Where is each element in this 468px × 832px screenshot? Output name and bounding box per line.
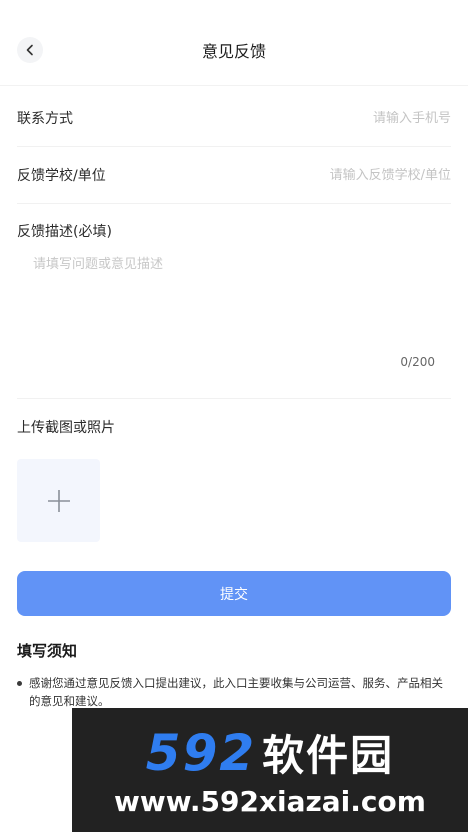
description-textarea[interactable] (33, 253, 433, 343)
notice-text: 感谢您通过意见反馈入口提出建议，此入口主要收集与公司运营、服务、产品相关的意见和… (29, 676, 443, 708)
notice-item: 感谢您通过意见反馈入口提出建议，此入口主要收集与公司运营、服务、产品相关的意见和… (17, 674, 447, 710)
contact-label: 联系方式 (17, 111, 73, 127)
header-bar: 意见反馈 (0, 0, 468, 86)
contact-input[interactable] (251, 110, 451, 126)
watermark-cn: 软件园 (262, 731, 395, 780)
watermark-logo: 592 软件园 www.592xiazai.com (72, 708, 468, 832)
school-label: 反馈学校/单位 (17, 168, 106, 184)
bullet-icon (17, 681, 22, 686)
plus-icon (47, 489, 70, 512)
page-title: 意见反馈 (201, 42, 266, 61)
watermark-brand: 592 软件园 (146, 722, 394, 783)
watermark-url: www.592xiazai.com (114, 785, 426, 818)
char-count: 0/200 (400, 355, 435, 369)
upload-label: 上传截图或照片 (17, 420, 115, 436)
school-input[interactable] (251, 167, 451, 183)
upload-image-button[interactable] (17, 459, 100, 542)
description-label: 反馈描述(必填) (17, 224, 112, 240)
notice-title: 填写须知 (17, 642, 78, 660)
watermark-digits: 592 (145, 724, 257, 782)
contact-row: 联系方式 (17, 90, 451, 147)
school-row: 反馈学校/单位 (17, 147, 451, 204)
submit-button[interactable]: 提交 (17, 571, 451, 616)
divider (17, 398, 451, 399)
